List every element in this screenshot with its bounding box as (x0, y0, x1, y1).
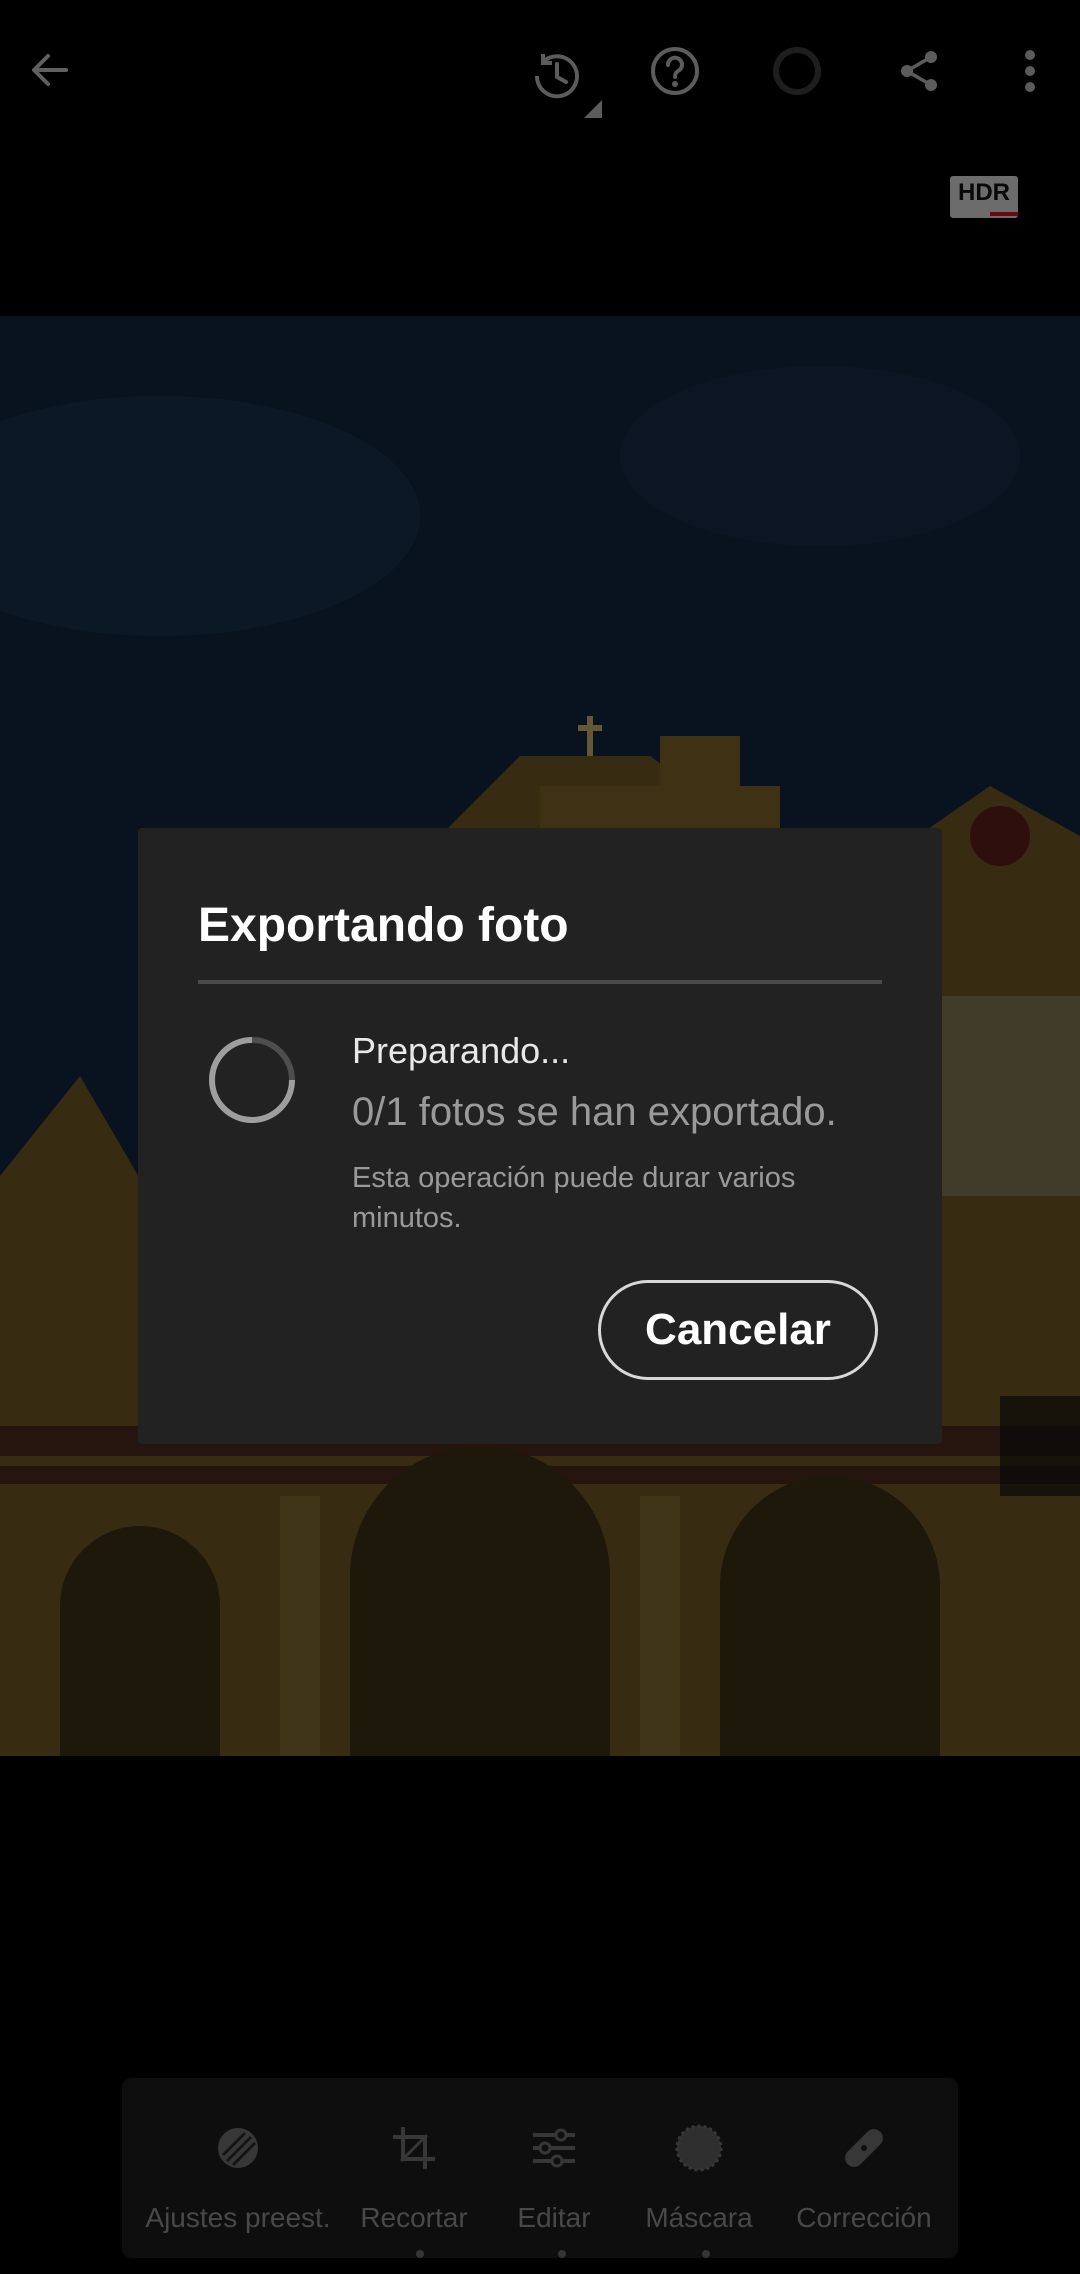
progress-text: 0/1 fotos se han exportado. (352, 1090, 837, 1134)
note-text: Esta operación puede durar varios minuto… (352, 1162, 796, 1234)
export-dialog: Exportando foto Preparando... 0/1 fotos … (138, 828, 942, 1444)
status-text: Preparando... (352, 1030, 571, 1071)
dialog-title: Exportando foto (198, 899, 569, 952)
dialog-divider (198, 980, 882, 984)
loading-spinner-icon (208, 1036, 296, 1124)
cancel-button[interactable]: Cancelar (598, 1280, 878, 1380)
